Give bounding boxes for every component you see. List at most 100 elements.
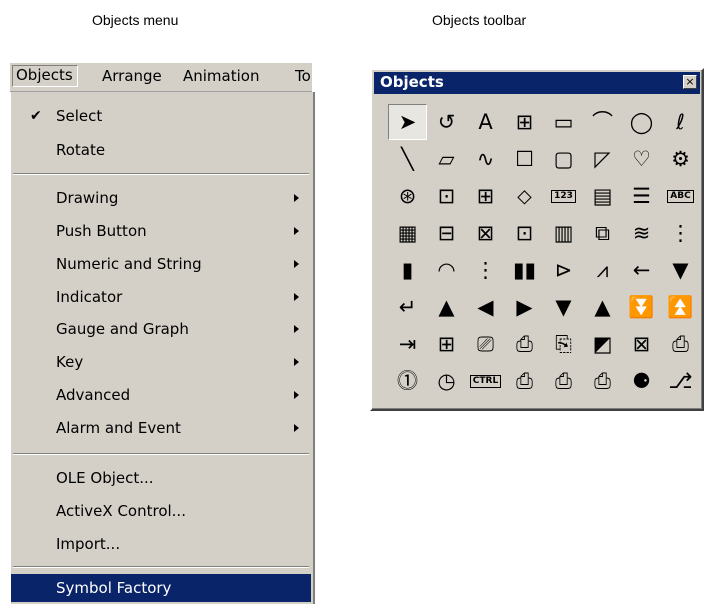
image-indicator-icon[interactable]: ≋: [622, 215, 661, 251]
menu-item-drawing[interactable]: Drawing: [11, 184, 311, 212]
scale-icon[interactable]: ⋮: [661, 215, 700, 251]
control-list-icon[interactable]: ⊟: [427, 215, 466, 251]
globe-icon[interactable]: ⚈: [622, 363, 661, 399]
multistate-button-icon[interactable]: ⊞: [466, 178, 505, 214]
pipe-tool-icon[interactable]: ⚙: [661, 141, 700, 177]
menubar-tools[interactable]: To: [295, 67, 311, 85]
menubar-objects[interactable]: Objects: [12, 65, 78, 87]
menu-item-symbol-factory[interactable]: Symbol Factory: [11, 574, 311, 602]
menu-item-activex-control[interactable]: ActiveX Control...: [11, 497, 311, 525]
scale-ticks-icon[interactable]: ⋮: [466, 252, 505, 288]
menu-item-label: Key: [56, 353, 84, 371]
printer-icon[interactable]: ⎙: [505, 363, 544, 399]
trend-icon[interactable]: ⊳: [544, 252, 583, 288]
control-key-icon[interactable]: CTRL: [466, 363, 505, 399]
shape-tool-icon[interactable]: ♡: [622, 141, 661, 177]
page-down-key-icon[interactable]: ⏬: [622, 289, 661, 325]
left-arrow-key-icon[interactable]: ←: [622, 252, 661, 288]
page-up-key-icon[interactable]: ⏫: [661, 289, 700, 325]
menu-item-push-button[interactable]: Push Button: [11, 217, 311, 245]
pie-tool-icon[interactable]: ◸: [583, 141, 622, 177]
string-display-label: ABC: [667, 189, 694, 203]
symbol-indicator-icon[interactable]: ⧉: [583, 215, 622, 251]
alarm-banner-icon[interactable]: ⎘: [544, 326, 583, 362]
text-tool-icon[interactable]: A: [466, 104, 505, 140]
menu-item-import[interactable]: Import...: [11, 530, 311, 558]
bitmap-push-icon[interactable]: ⊡: [427, 178, 466, 214]
select-tool-icon[interactable]: ➤: [388, 104, 427, 140]
ellipse-tool-icon[interactable]: ◯: [622, 104, 661, 140]
alarm-printer-icon[interactable]: ⎙: [661, 326, 700, 362]
menu-item-label: Numeric and String: [56, 255, 202, 273]
multistate-indicator-icon[interactable]: ⊡: [505, 215, 544, 251]
xy-plot-icon[interactable]: ⩘: [583, 252, 622, 288]
menu-item-label: Push Button: [56, 222, 147, 240]
network-icon[interactable]: ⎇: [661, 363, 700, 399]
toolbar-title-bar[interactable]: Objects ×: [374, 72, 700, 94]
close-icon[interactable]: ×: [683, 75, 697, 89]
numeric-input-icon[interactable]: ▤: [583, 178, 622, 214]
checkmark-icon: ✔: [30, 108, 42, 124]
clock-icon[interactable]: ◷: [427, 363, 466, 399]
objects-menu-caption: Objects menu: [92, 12, 179, 28]
submenu-arrow-icon: [294, 424, 299, 432]
submenu-arrow-icon: [294, 227, 299, 235]
polyline-tool-icon[interactable]: ∿: [466, 141, 505, 177]
arc-tool-icon[interactable]: ⌒: [583, 104, 622, 140]
pause-button-icon[interactable]: ▮▮: [505, 252, 544, 288]
list-key-icon[interactable]: ⊞: [427, 326, 466, 362]
rotate-tool-icon[interactable]: ↺: [427, 104, 466, 140]
menu-item-gauge-graph[interactable]: Gauge and Graph: [11, 315, 311, 343]
menu-item-ole-object[interactable]: OLE Object...: [11, 464, 311, 492]
line-tool-icon[interactable]: ╲: [388, 141, 427, 177]
flat-rectangle-tool-icon[interactable]: ▭: [544, 104, 583, 140]
menubar-arrange[interactable]: Arrange: [102, 67, 162, 85]
move-up-key-icon[interactable]: ▲: [583, 289, 622, 325]
bar-graph-icon[interactable]: ▮: [388, 252, 427, 288]
move-right-key-icon[interactable]: ▶: [505, 289, 544, 325]
alarm-list-icon[interactable]: ◩: [583, 326, 622, 362]
menu-item-select[interactable]: ✔ Select: [11, 102, 311, 130]
move-down-key-icon[interactable]: ▼: [544, 289, 583, 325]
diagnostic-printer-icon[interactable]: ⎙: [583, 363, 622, 399]
move-left-key-icon[interactable]: ◀: [466, 289, 505, 325]
alarm-status-list-icon[interactable]: ⊠: [622, 326, 661, 362]
menu-item-indicator[interactable]: Indicator: [11, 283, 311, 311]
string-input-icon[interactable]: ▦: [388, 215, 427, 251]
polygon-tool-icon[interactable]: ▱: [427, 141, 466, 177]
piloted-list-icon[interactable]: ⊠: [466, 215, 505, 251]
rectangle-tool-icon[interactable]: ☐: [505, 141, 544, 177]
menu-item-advanced[interactable]: Advanced: [11, 381, 311, 409]
submenu-arrow-icon: [294, 260, 299, 268]
menu-bar: Objects Arrange Animation To: [10, 62, 312, 92]
objects-toolbar-window: Objects × ➤ ↺ A ⊞ ▭ ⌒ ◯ ℓ ╲ ▱ ∿ ☐ ▢ ◸ ♡ …: [370, 68, 704, 411]
menu-item-label: Drawing: [56, 189, 119, 207]
enter-key-icon[interactable]: ↵: [388, 289, 427, 325]
list-indicator-icon[interactable]: ▥: [544, 215, 583, 251]
freehand-tool-icon[interactable]: ℓ: [661, 104, 700, 140]
alarm-table-icon[interactable]: ⎙: [505, 326, 544, 362]
rounded-rectangle-tool-icon[interactable]: ▢: [544, 141, 583, 177]
menu-item-alarm-event[interactable]: Alarm and Event: [11, 414, 311, 442]
menu-item-key[interactable]: Key: [11, 348, 311, 376]
menu-item-label: Import...: [56, 535, 121, 553]
menu-item-label: Symbol Factory: [56, 579, 172, 597]
menu-item-rotate[interactable]: Rotate: [11, 136, 311, 164]
menubar-animation[interactable]: Animation: [183, 67, 259, 85]
display-list-icon[interactable]: ⎚: [466, 326, 505, 362]
end-key-icon[interactable]: ▼: [661, 252, 700, 288]
string-display-icon[interactable]: ABC: [661, 178, 700, 214]
gauge-icon[interactable]: ◠: [427, 252, 466, 288]
objects-toolbar-caption: Objects toolbar: [432, 12, 527, 28]
menu-item-numeric-string[interactable]: Numeric and String: [11, 250, 311, 278]
numeric-display-icon[interactable]: 123: [544, 178, 583, 214]
event-printer-icon[interactable]: ⎙: [544, 363, 583, 399]
home-key-icon[interactable]: ▲: [427, 289, 466, 325]
bitmap-button-icon[interactable]: ⊛: [388, 178, 427, 214]
tab-key-icon[interactable]: ⇥: [388, 326, 427, 362]
list-display-icon[interactable]: ☰: [622, 178, 661, 214]
activity-indicator-icon[interactable]: ⓵: [388, 363, 427, 399]
text-wrap-tool-icon[interactable]: ⊞: [505, 104, 544, 140]
diamond-button-icon[interactable]: ⬦: [505, 178, 544, 214]
submenu-arrow-icon: [294, 325, 299, 333]
